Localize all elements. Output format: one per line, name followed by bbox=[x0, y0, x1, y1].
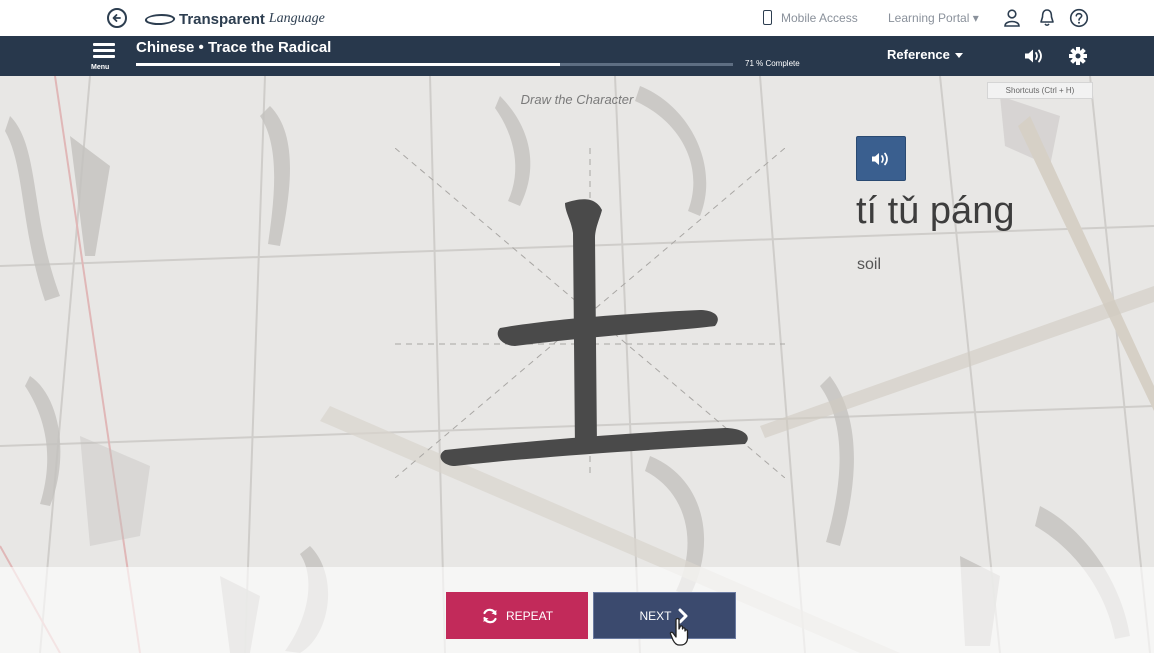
pinyin-text: tí tǔ páng bbox=[856, 190, 1015, 232]
lesson-title: Chinese • Trace the Radical bbox=[136, 39, 332, 56]
play-audio-button[interactable] bbox=[856, 136, 906, 181]
shortcuts-hint[interactable]: Shortcuts (Ctrl + H) bbox=[987, 82, 1093, 99]
menu-label[interactable]: Menu bbox=[91, 64, 109, 71]
speaker-icon bbox=[872, 152, 888, 165]
chevron-down-icon[interactable] bbox=[955, 53, 963, 58]
help-icon[interactable] bbox=[1069, 8, 1089, 28]
top-bar: Transparent Language Mobile Access Learn… bbox=[0, 0, 1154, 36]
mobile-access-link[interactable]: Mobile Access bbox=[781, 11, 858, 25]
logo[interactable]: Transparent Language bbox=[143, 9, 325, 29]
progress-bar bbox=[136, 63, 733, 66]
user-icon[interactable] bbox=[1003, 8, 1021, 28]
reference-dropdown[interactable]: Reference bbox=[887, 47, 950, 62]
instruction-text: Draw the Character bbox=[520, 92, 634, 107]
logo-icon bbox=[143, 13, 177, 25]
gear-icon[interactable] bbox=[1068, 46, 1088, 66]
character-glyph bbox=[440, 199, 748, 466]
logo-tagline: Language bbox=[268, 11, 325, 26]
bell-icon[interactable] bbox=[1038, 8, 1056, 28]
menu-icon[interactable] bbox=[93, 43, 115, 61]
logo-text: Transparent bbox=[179, 10, 265, 28]
phone-icon[interactable] bbox=[763, 10, 772, 25]
progress-label: 71 % Complete bbox=[745, 59, 800, 68]
next-label: NEXT bbox=[639, 608, 672, 623]
meaning-text: soil bbox=[857, 256, 882, 273]
hand-cursor-icon bbox=[669, 617, 689, 646]
speaker-icon[interactable] bbox=[1023, 47, 1045, 65]
progress-fill bbox=[136, 63, 560, 66]
refresh-icon bbox=[483, 608, 497, 623]
back-arrow-icon[interactable] bbox=[107, 8, 127, 28]
trace-character[interactable] bbox=[395, 148, 785, 478]
learning-portal-dropdown[interactable]: Learning Portal ▾ bbox=[888, 11, 979, 25]
repeat-label: REPEAT bbox=[505, 608, 554, 623]
next-button[interactable]: NEXT bbox=[593, 592, 736, 639]
repeat-button[interactable]: REPEAT bbox=[446, 592, 588, 639]
